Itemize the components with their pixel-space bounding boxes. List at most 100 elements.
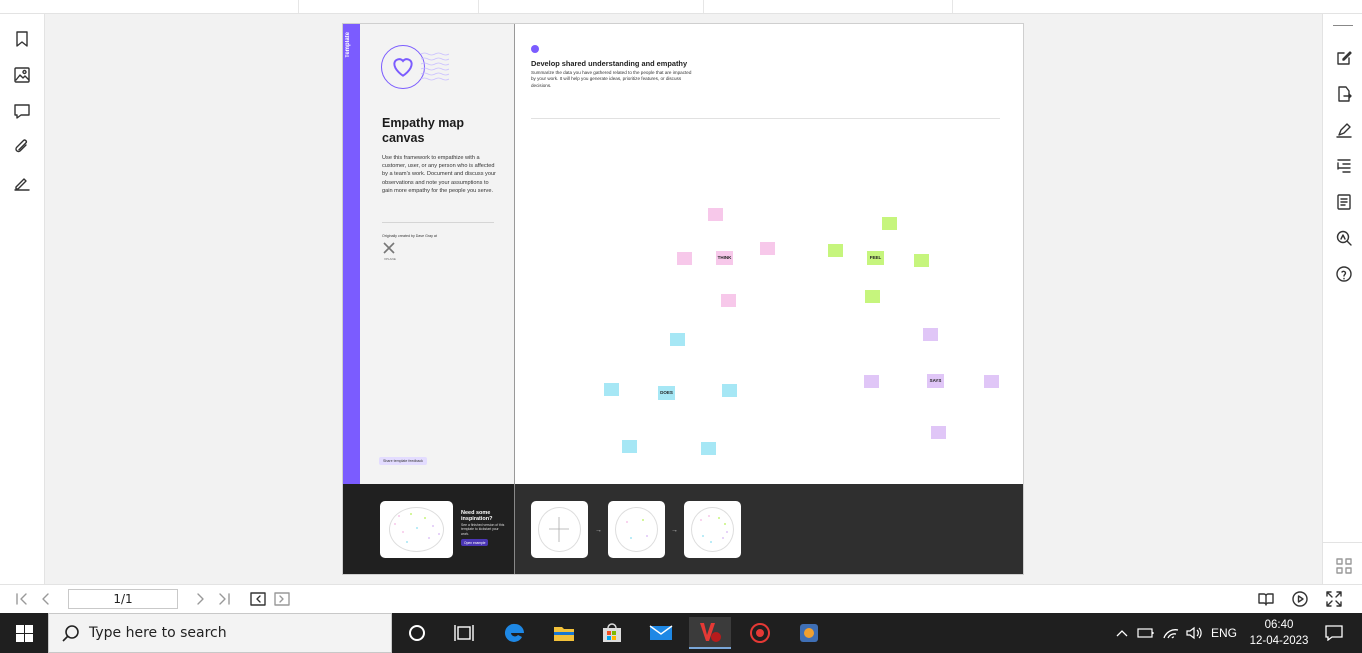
edge-browser-icon[interactable] [494, 617, 536, 649]
last-page-icon[interactable] [215, 590, 233, 608]
tab-divider [703, 0, 704, 13]
sticky-note-says[interactable] [864, 375, 879, 388]
step-marker [531, 45, 539, 53]
divider [382, 222, 494, 223]
mail-icon[interactable] [640, 617, 682, 649]
inspiration-description: See a finished version of this template … [461, 523, 505, 536]
tab-divider [952, 0, 953, 13]
sticky-note-think[interactable] [760, 242, 775, 255]
heart-icon [381, 45, 425, 89]
step-thumbnail-2[interactable] [608, 501, 665, 558]
comment-icon[interactable] [11, 100, 33, 122]
category-feel[interactable]: FEEL [867, 251, 884, 265]
template-tag: Template [345, 32, 351, 58]
document-page: Template Empathy map canvas Use this fra… [342, 23, 1024, 575]
sticky-note-feel[interactable] [914, 254, 929, 267]
inspiration-title: Need some inspiration? [461, 510, 493, 523]
fullscreen-icon[interactable] [1325, 590, 1343, 608]
bookmark-icon[interactable] [11, 28, 33, 50]
search-placeholder: Type here to search [89, 625, 227, 641]
compare-icon[interactable] [1333, 191, 1355, 213]
fill-sign-icon[interactable] [1333, 119, 1355, 141]
step-thumbnail-3[interactable] [684, 501, 741, 558]
battery-icon[interactable] [1136, 613, 1156, 653]
next-view-icon[interactable] [273, 590, 291, 608]
sticky-note-says[interactable] [984, 375, 999, 388]
category-says[interactable]: SAYS [927, 374, 944, 388]
play-icon[interactable] [1291, 590, 1309, 608]
template-title: Empathy map canvas [382, 116, 464, 145]
page-number-input[interactable]: 1/1 [68, 589, 178, 609]
first-page-icon[interactable] [13, 590, 31, 608]
sticky-note-says[interactable] [931, 426, 946, 439]
grid-view-icon[interactable] [1333, 555, 1355, 577]
empathy-map-area: Develop shared understanding and empathy… [515, 24, 1023, 484]
volume-icon[interactable] [1184, 613, 1204, 653]
xplane-logo-icon [383, 242, 395, 254]
language-indicator[interactable]: ENG [1208, 613, 1240, 653]
example-thumbnail[interactable] [380, 501, 453, 558]
file-explorer-icon[interactable] [543, 617, 585, 649]
cortana-icon[interactable] [396, 617, 438, 649]
sticky-note-think[interactable] [677, 252, 692, 265]
arrow-right-icon: → [671, 527, 678, 534]
sticky-note-feel[interactable] [865, 290, 880, 303]
template-info-panel: Empathy map canvas Use this framework to… [360, 24, 515, 484]
settings-app-icon[interactable] [788, 617, 830, 649]
divider [1323, 542, 1362, 543]
image-thumbnails-icon[interactable] [11, 64, 33, 86]
wifi-icon[interactable] [1161, 613, 1181, 653]
notifications-icon[interactable] [1320, 613, 1348, 653]
sticky-note-does[interactable] [604, 383, 619, 396]
sticky-note-feel[interactable] [828, 244, 843, 257]
pdf-reader-app-icon[interactable] [689, 617, 731, 649]
tab-divider [478, 0, 479, 13]
category-does[interactable]: DOES [658, 386, 675, 400]
sticky-note-think[interactable] [721, 294, 736, 307]
previous-view-icon[interactable] [249, 590, 267, 608]
reading-mode-icon[interactable] [1257, 590, 1275, 608]
sticky-note-does[interactable] [670, 333, 685, 346]
microsoft-store-icon[interactable] [591, 617, 633, 649]
export-icon[interactable] [1333, 83, 1355, 105]
feedback-button[interactable]: Share template feedback [379, 457, 427, 465]
edit-icon[interactable] [1333, 47, 1355, 69]
system-clock[interactable]: 06:40 12-04-2023 [1243, 617, 1315, 649]
menu-line [1333, 25, 1353, 26]
taskbar-search-box[interactable]: Type here to search [48, 613, 392, 653]
clock-time: 06:40 [1264, 619, 1294, 631]
sticky-note-says[interactable] [923, 328, 938, 341]
previous-page-icon[interactable] [37, 590, 55, 608]
divider [531, 118, 1000, 119]
search-text-icon[interactable] [1333, 227, 1355, 249]
sticky-note-does[interactable] [622, 440, 637, 453]
inspiration-panel: Need some inspiration? See a finished ve… [343, 484, 515, 574]
signature-icon[interactable] [11, 172, 33, 194]
open-example-button[interactable]: Open example [461, 539, 489, 546]
template-band: Template [343, 24, 360, 484]
task-view-icon[interactable] [443, 617, 485, 649]
section-description: Summarize the data you have gathered rel… [531, 70, 692, 88]
decorative-waves-icon [421, 52, 449, 81]
examples-band: Need some inspiration? See a finished ve… [343, 484, 1023, 574]
template-credit: Originally created by Dave Gray at [382, 234, 437, 238]
sticky-note-does[interactable] [722, 384, 737, 397]
show-hidden-icons-icon[interactable] [1113, 613, 1131, 653]
attachment-icon[interactable] [11, 136, 33, 158]
arrow-right-icon: → [595, 527, 602, 534]
category-think[interactable]: THINK [716, 251, 733, 265]
step-thumbnail-1[interactable] [531, 501, 588, 558]
windows-taskbar: Type here to search ENG 06:40 12-04-2023 [0, 613, 1362, 653]
tab-divider [298, 0, 299, 13]
security-app-icon[interactable] [739, 617, 781, 649]
template-description: Use this framework to empathize with a c… [382, 155, 496, 194]
sticky-note-think[interactable] [708, 208, 723, 221]
next-page-icon[interactable] [191, 590, 209, 608]
left-sidebar [0, 14, 45, 584]
help-icon[interactable] [1333, 263, 1355, 285]
top-strip [0, 0, 1362, 14]
windows-start-icon[interactable] [0, 613, 48, 653]
sticky-note-does[interactable] [701, 442, 716, 455]
sticky-note-feel[interactable] [882, 217, 897, 230]
organize-pages-icon[interactable] [1333, 155, 1355, 177]
